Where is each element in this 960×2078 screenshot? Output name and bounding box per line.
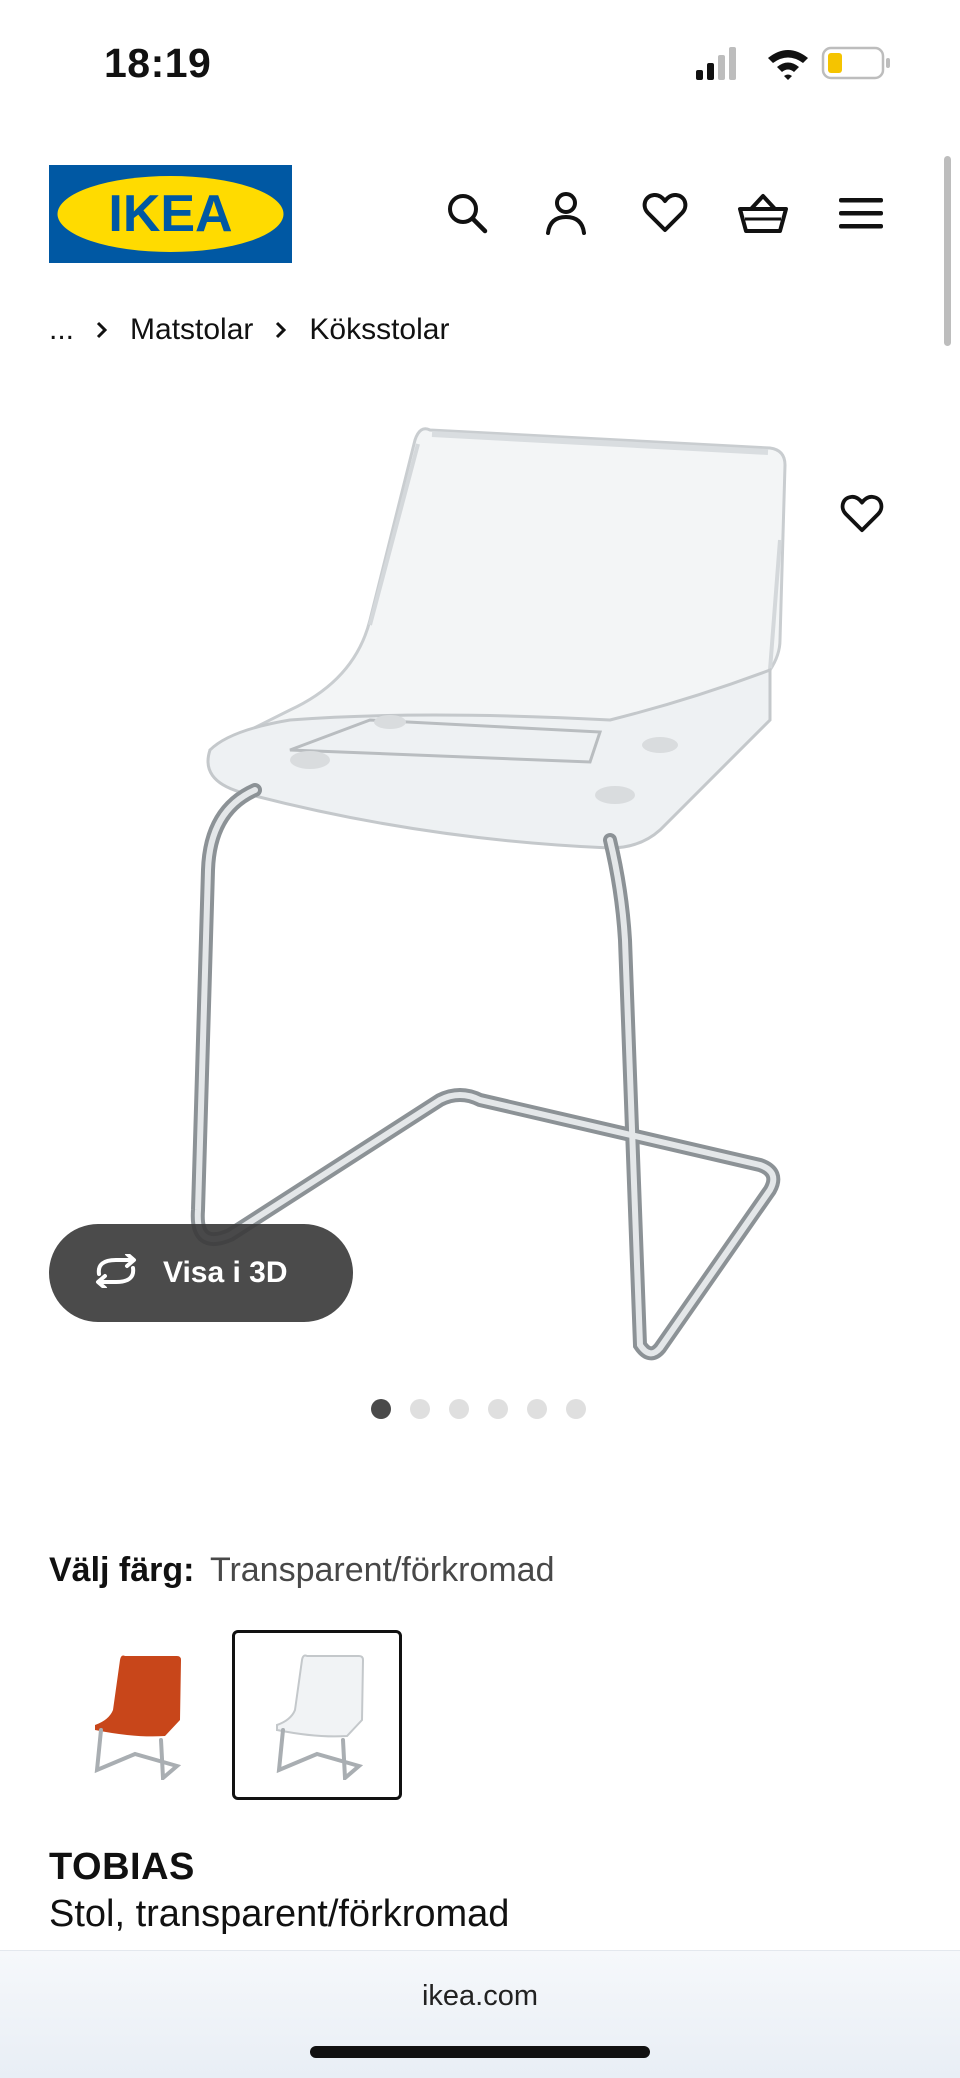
browser-address-bar[interactable]: [0, 1950, 960, 2078]
gallery-dot-6[interactable]: [566, 1399, 586, 1419]
gallery-dot-3[interactable]: [449, 1399, 469, 1419]
gallery-dot-4[interactable]: [488, 1399, 508, 1419]
color-selection: Välj färg: Transparent/förkromad: [49, 1551, 555, 1590]
gallery-pagination: [371, 1399, 605, 1419]
breadcrumb-matstolar[interactable]: Matstolar: [130, 313, 253, 347]
scroll-indicator: [944, 156, 951, 346]
gallery-dot-5[interactable]: [527, 1399, 547, 1419]
shopping-basket-icon[interactable]: [730, 180, 796, 246]
ikea-logo[interactable]: IKEA: [49, 165, 292, 263]
status-time: 18:19: [104, 40, 212, 86]
breadcrumb-koksstolar[interactable]: Köksstolar: [309, 313, 449, 347]
view-in-3d-button[interactable]: Visa i 3D: [49, 1224, 353, 1322]
heart-icon[interactable]: [632, 180, 698, 246]
chevron-right-icon: [96, 321, 108, 339]
chevron-right-icon: [275, 321, 287, 339]
rotate-3d-icon: [91, 1251, 141, 1293]
wifi-icon: [768, 50, 808, 80]
product-name: TOBIAS: [49, 1846, 195, 1888]
logo-text: IKEA: [108, 185, 232, 243]
status-icons: [696, 44, 896, 84]
breadcrumb: ... Matstolar Köksstolar: [49, 308, 449, 352]
breadcrumb-ellipsis[interactable]: ...: [49, 313, 74, 347]
search-icon[interactable]: [434, 180, 500, 246]
browser-url[interactable]: ikea.com: [0, 1980, 960, 2013]
cellular-signal-icon: [696, 47, 736, 80]
gallery-dot-1[interactable]: [371, 1399, 391, 1419]
home-indicator: [310, 2046, 650, 2058]
product-description: Stol, transparent/förkromad: [49, 1893, 510, 1935]
color-label: Välj färg:: [49, 1551, 195, 1589]
view-in-3d-label: Visa i 3D: [163, 1256, 288, 1289]
menu-icon[interactable]: [828, 180, 894, 246]
gallery-dot-2[interactable]: [410, 1399, 430, 1419]
profile-icon[interactable]: [533, 180, 599, 246]
battery-low-icon: [821, 46, 890, 80]
color-swatch-transparent[interactable]: [232, 1630, 402, 1800]
add-to-favorites-heart-icon[interactable]: [826, 478, 898, 550]
color-swatch-orange[interactable]: [50, 1630, 220, 1800]
color-value: Transparent/förkromad: [209, 1551, 555, 1589]
